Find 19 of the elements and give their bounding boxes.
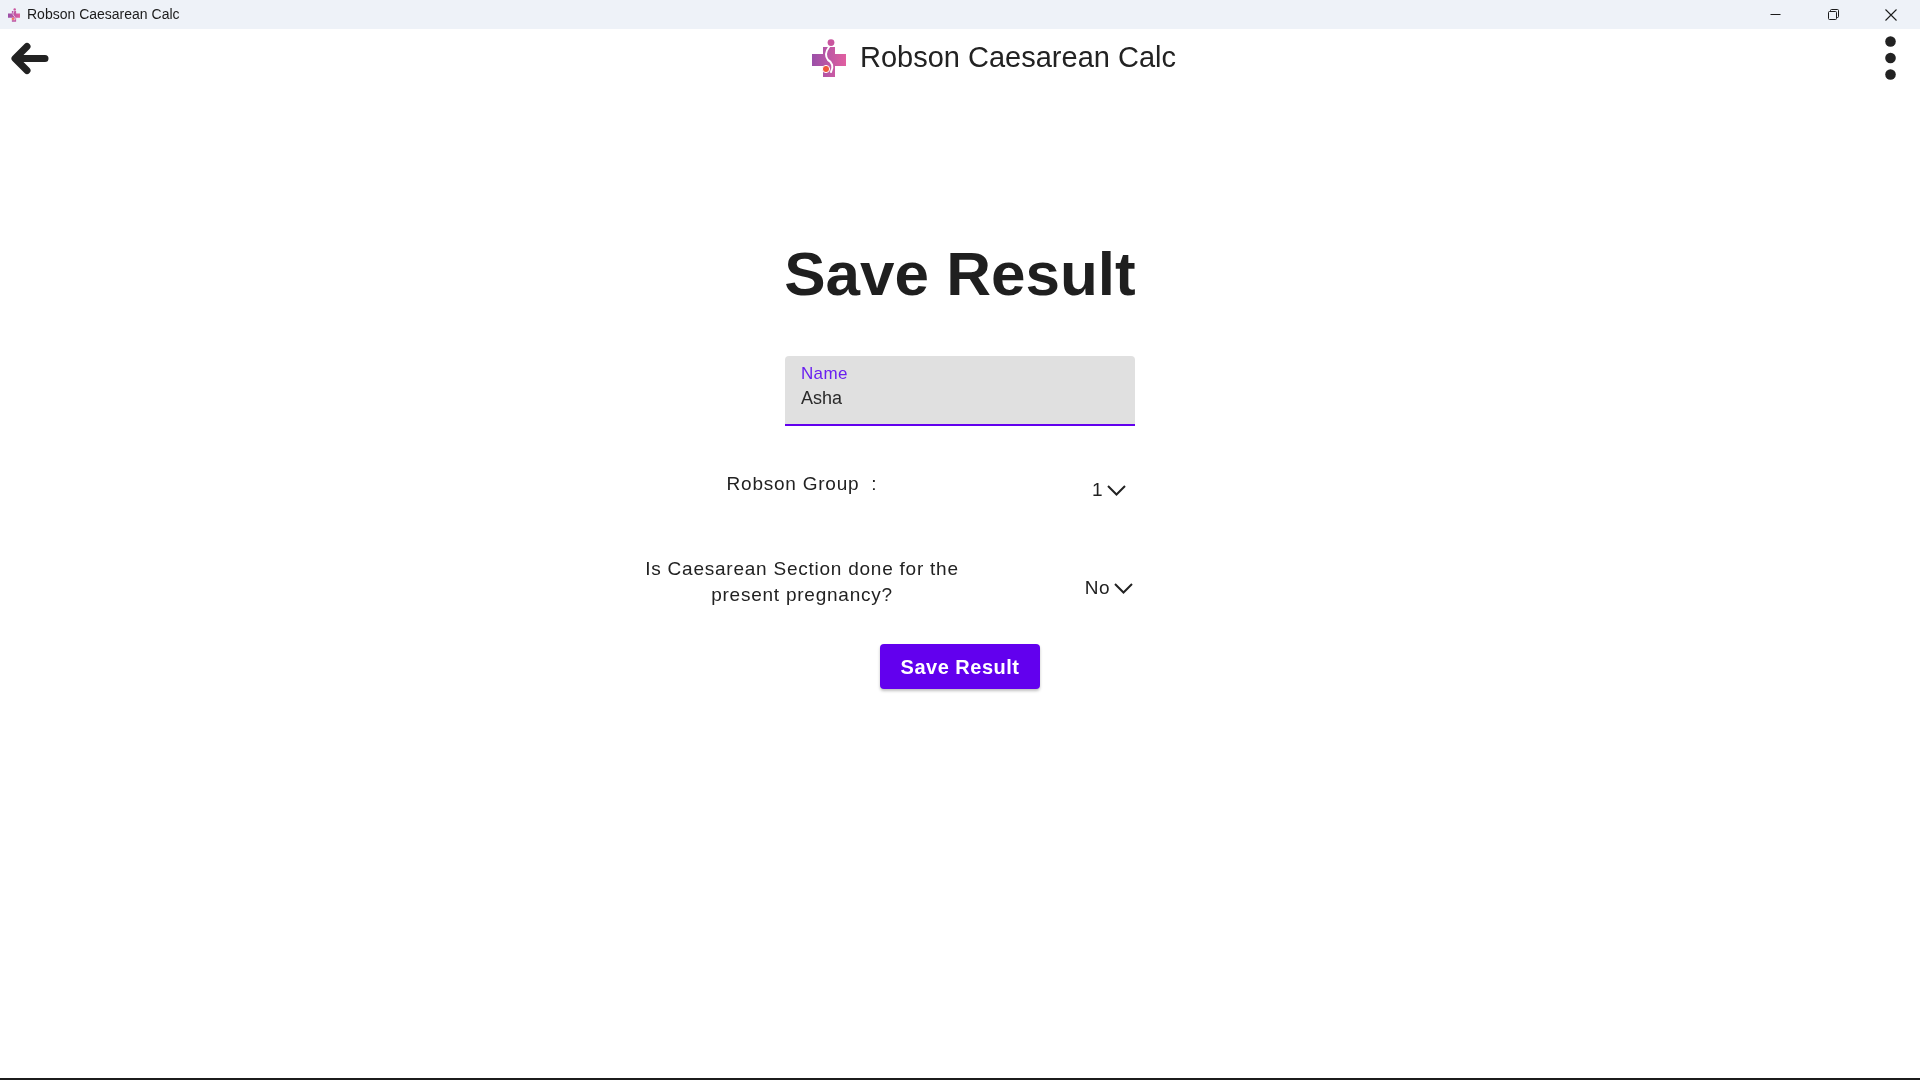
cross-logo-icon — [812, 39, 846, 77]
save-result-button[interactable]: Save Result — [879, 644, 1041, 690]
more-button[interactable] — [1885, 36, 1896, 80]
back-button[interactable] — [10, 41, 49, 75]
chevron-down-icon — [1107, 484, 1127, 496]
question-label: Robson Group : — [725, 472, 879, 497]
chevron-down-icon — [1114, 582, 1134, 594]
name-field[interactable]: Name Asha — [785, 356, 1135, 427]
close-icon — [1885, 8, 1897, 21]
dropdown[interactable]: 1 — [1077, 478, 1141, 503]
back-arrow-icon — [10, 41, 49, 75]
page-heading: Save Result — [784, 238, 1136, 310]
kebab-menu-icon — [1885, 36, 1896, 80]
cross-logo-icon — [8, 7, 20, 22]
window-title: Robson Caesarean Calc — [27, 5, 180, 24]
question-label: Is Caesarean Section done for the present pregnancy? — [644, 557, 960, 608]
restore-icon — [1827, 9, 1839, 20]
dropdown[interactable]: No — [1077, 576, 1141, 601]
app-title: Robson Caesarean Calc — [860, 40, 1176, 76]
